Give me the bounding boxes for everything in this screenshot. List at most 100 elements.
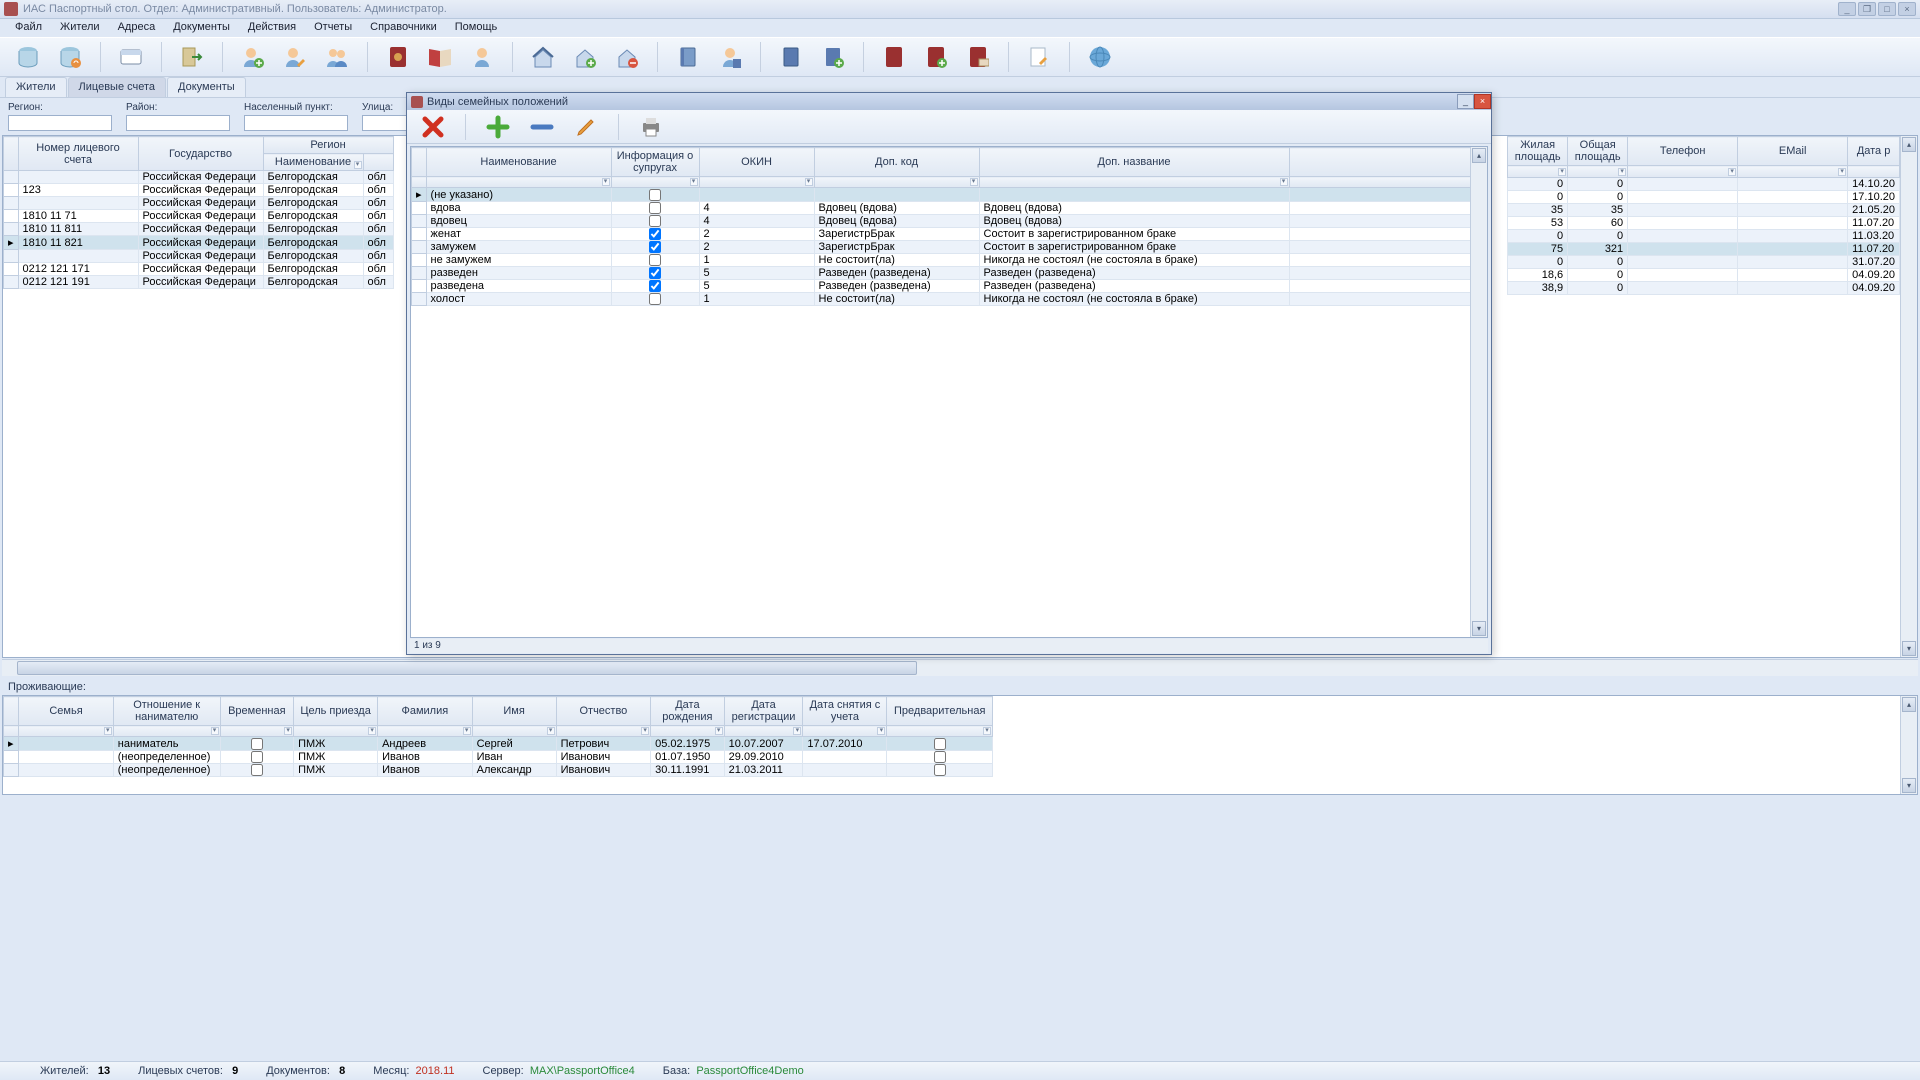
table-row[interactable]: (неопределенное)ПМЖИвановАлександрИванов… [4, 764, 993, 777]
dialog-minimize-button[interactable]: _ [1457, 94, 1474, 109]
col-phone[interactable]: Телефон [1628, 137, 1738, 166]
dialog-vscroll[interactable]: ▴ ▾ [1470, 147, 1487, 637]
book-add-icon[interactable] [819, 43, 847, 71]
menu-dictionaries[interactable]: Справочники [361, 19, 446, 37]
col-state[interactable]: Государство [138, 137, 263, 171]
filter-locality-input[interactable] [244, 115, 348, 131]
col-5[interactable]: Фамилия [378, 697, 473, 726]
table-row[interactable]: Российская ФедерациБелгородскаяобл [4, 197, 394, 210]
minimize-button[interactable]: _ [1838, 2, 1856, 16]
spouse-info-checkbox[interactable] [649, 280, 661, 292]
table-row[interactable]: 0017.10.20 [1508, 191, 1900, 204]
col-0[interactable] [4, 697, 19, 726]
close-button[interactable]: × [1898, 2, 1916, 16]
col-account-number[interactable]: Номер лицевого счета [18, 137, 138, 171]
passport-red-icon[interactable] [880, 43, 908, 71]
menu-residents[interactable]: Жители [51, 19, 109, 37]
col-1[interactable]: Семья [19, 697, 114, 726]
menu-help[interactable]: Помощь [446, 19, 507, 37]
table-row[interactable]: ▸(не указано) [412, 188, 1487, 202]
tab-residents[interactable]: Жители [5, 77, 67, 97]
person-book-icon[interactable] [716, 43, 744, 71]
table-row[interactable]: женат2ЗарегистрБракСостоит в зарегистрир… [412, 228, 1487, 241]
book-icon[interactable] [674, 43, 702, 71]
doc-edit-icon[interactable] [1025, 43, 1053, 71]
person-add-icon[interactable] [239, 43, 267, 71]
col-extra-code[interactable]: Доп. код [814, 148, 979, 177]
house-icon[interactable] [529, 43, 557, 71]
col-okin[interactable]: ОКИН [699, 148, 814, 177]
col-7[interactable]: Отчество [556, 697, 651, 726]
filter-district-input[interactable] [126, 115, 230, 131]
table-row[interactable]: 0031.07.20 [1508, 256, 1900, 269]
house-add-icon[interactable] [571, 43, 599, 71]
preliminary-checkbox[interactable] [934, 764, 946, 776]
col-total-area[interactable]: Общая площадь [1568, 137, 1628, 166]
edit-icon[interactable] [574, 115, 598, 139]
exit-icon[interactable] [178, 43, 206, 71]
spouse-info-checkbox[interactable] [649, 202, 661, 214]
table-row[interactable]: 7532111.07.20 [1508, 243, 1900, 256]
spouse-info-checkbox[interactable] [649, 267, 661, 279]
table-row[interactable]: 18,6004.09.20 [1508, 269, 1900, 282]
passport-icon[interactable] [384, 43, 412, 71]
dialog-titlebar[interactable]: Виды семейных положений _ × [407, 93, 1491, 110]
dialog-close-button[interactable]: × [1474, 94, 1491, 109]
person-new-icon[interactable] [468, 43, 496, 71]
col-10[interactable]: Дата снятия с учета [803, 697, 887, 726]
temporary-checkbox[interactable] [251, 764, 263, 776]
menu-reports[interactable]: Отчеты [305, 19, 361, 37]
house-remove-icon[interactable] [613, 43, 641, 71]
passport-add-icon[interactable] [922, 43, 950, 71]
table-row[interactable]: холост1Не состоит(ла)Никогда не состоял … [412, 293, 1487, 306]
passport-card-icon[interactable] [964, 43, 992, 71]
table-row[interactable]: 0011.03.20 [1508, 230, 1900, 243]
table-row[interactable]: ▸1810 11 821Российская ФедерациБелгородс… [4, 236, 394, 250]
table-row[interactable]: 123Российская ФедерациБелгородскаяобл [4, 184, 394, 197]
menu-documents[interactable]: Документы [164, 19, 239, 37]
col-region-name[interactable]: Наименование▾ [263, 154, 363, 171]
table-row[interactable]: вдовец4Вдовец (вдова)Вдовец (вдова) [412, 215, 1487, 228]
spouse-info-checkbox[interactable] [649, 215, 661, 227]
person-edit-icon[interactable] [281, 43, 309, 71]
menu-addresses[interactable]: Адреса [109, 19, 165, 37]
table-row[interactable]: (неопределенное)ПМЖИвановИванИванович01.… [4, 751, 993, 764]
card-icon[interactable] [117, 43, 145, 71]
table-row[interactable]: 0212 121 191Российская ФедерациБелгородс… [4, 276, 394, 289]
restore-button[interactable]: ❐ [1858, 2, 1876, 16]
temporary-checkbox[interactable] [251, 751, 263, 763]
person-group-icon[interactable] [323, 43, 351, 71]
table-row[interactable]: ▸нанимательПМЖАндреевСергейПетрович05.02… [4, 737, 993, 751]
table-row[interactable]: 536011.07.20 [1508, 217, 1900, 230]
table-row[interactable]: замужем2ЗарегистрБракСостоит в зарегистр… [412, 241, 1487, 254]
col-6[interactable]: Имя [472, 697, 556, 726]
col-region[interactable]: Регион [263, 137, 393, 154]
main-vscroll[interactable]: ▴ ▾ [1900, 136, 1917, 657]
table-row[interactable]: 1810 11 811Российская ФедерациБелгородск… [4, 223, 394, 236]
maximize-button[interactable]: □ [1878, 2, 1896, 16]
db-icon[interactable] [14, 43, 42, 71]
table-row[interactable]: 0212 121 171Российская ФедерациБелгородс… [4, 263, 394, 276]
preliminary-checkbox[interactable] [934, 751, 946, 763]
globe-icon[interactable] [1086, 43, 1114, 71]
spouse-info-checkbox[interactable] [649, 189, 661, 201]
temporary-checkbox[interactable] [251, 738, 263, 750]
book-blue-icon[interactable] [777, 43, 805, 71]
col-name[interactable]: Наименование [426, 148, 611, 177]
col-living-area[interactable]: Жилая площадь [1508, 137, 1568, 166]
filter-region-input[interactable] [8, 115, 112, 131]
table-row[interactable]: 1810 11 71Российская ФедерациБелгородска… [4, 210, 394, 223]
remove-icon[interactable] [530, 115, 554, 139]
menu-file[interactable]: Файл [6, 19, 51, 37]
col-4[interactable]: Цель приезда [294, 697, 378, 726]
col-extra-name[interactable]: Доп. название [979, 148, 1289, 177]
residents-vscroll[interactable]: ▴ ▾ [1900, 696, 1917, 794]
preliminary-checkbox[interactable] [934, 738, 946, 750]
col-2[interactable]: Отношение к нанимателю [113, 697, 220, 726]
table-row[interactable]: вдова4Вдовец (вдова)Вдовец (вдова) [412, 202, 1487, 215]
tab-documents[interactable]: Документы [167, 77, 246, 97]
col-8[interactable]: Дата рождения [651, 697, 725, 726]
spouse-info-checkbox[interactable] [649, 241, 661, 253]
spouse-info-checkbox[interactable] [649, 293, 661, 305]
table-row[interactable]: Российская ФедерациБелгородскаяобл [4, 171, 394, 184]
